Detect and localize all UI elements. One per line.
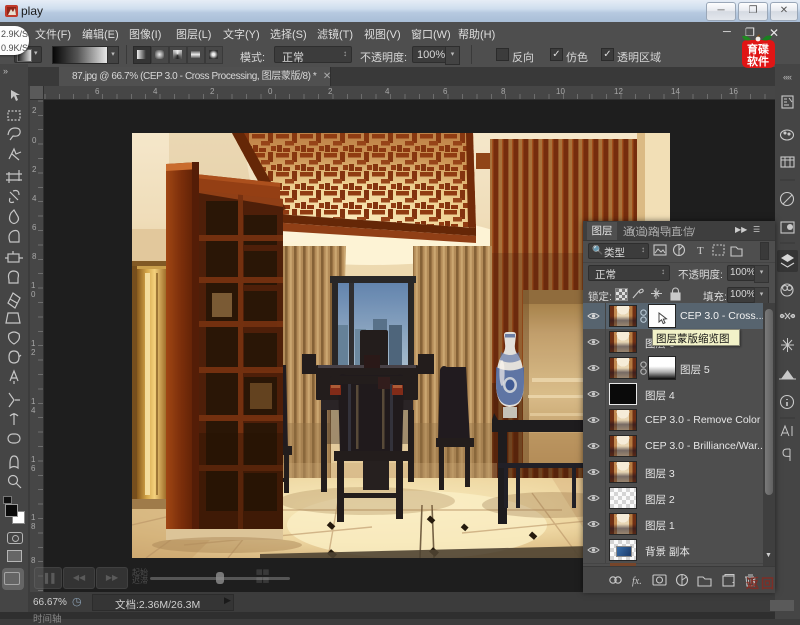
svg-text:fx.: fx. [632, 576, 642, 587]
svg-text:育碟: 育碟 [747, 42, 769, 56]
svg-text:软件: 软件 [747, 54, 769, 68]
svg-text:T: T [697, 245, 704, 257]
